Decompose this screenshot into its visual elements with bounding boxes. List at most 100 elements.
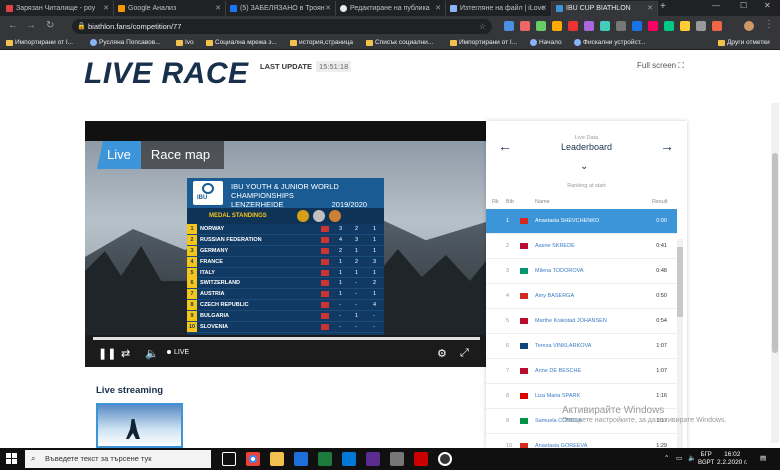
url-input[interactable]: 🔒 biathlon.fans/competition/77 ☆ [72, 19, 492, 34]
new-tab-button[interactable]: + [660, 1, 666, 12]
leaderboard-row[interactable]: 3 Milena TODOROVA 0:48 [486, 259, 677, 284]
bookmark-folder[interactable]: Социална мрежа з... [206, 39, 277, 46]
back-icon[interactable]: ← [8, 20, 18, 31]
athlete-name[interactable]: Amy BASERGA [535, 293, 574, 299]
scrollbar-thumb[interactable] [772, 153, 778, 353]
bookmark-folder[interactable]: Импортирани от I... [450, 39, 517, 46]
extension-icon[interactable] [552, 21, 562, 31]
athlete-name[interactable]: Anne DE BESCHE [535, 368, 581, 374]
system-clock[interactable]: 16:02 2.2.2020 г. [717, 451, 748, 467]
video-player[interactable]: Live Race map IBU IBU YOUTH & JUNIOR WOR… [85, 121, 486, 367]
browser-tab[interactable]: Редактиране на публика ✕ [336, 1, 446, 16]
page-scrollbar[interactable] [771, 103, 779, 443]
fullscreen-button[interactable]: Full screen ⛶ [637, 61, 684, 71]
extension-icon[interactable] [632, 21, 642, 31]
avatar[interactable] [744, 21, 754, 31]
watermark-title: Активирайте Windows [562, 405, 665, 416]
bookmark-folder[interactable]: история,страница [290, 39, 353, 46]
leaderboard-row[interactable]: 1 Anastasia SHEVCHENKO 0:00 [486, 209, 677, 234]
tray-chevron-icon[interactable]: ⌃ [664, 454, 669, 462]
leaderboard-row[interactable]: 7 Anne DE BESCHE 1:07 [486, 359, 677, 384]
bookmark-item[interactable]: Начало [530, 39, 562, 46]
star-icon[interactable]: ☆ [479, 19, 486, 34]
tab-race-map[interactable]: Race map [140, 141, 225, 169]
taskbar-search-input[interactable]: ⌕ Въведете текст за търсене тук [25, 450, 211, 468]
minimize-button[interactable]: — [712, 1, 720, 10]
browser-tab[interactable]: Зарязан Читалище - роу ✕ [2, 1, 114, 16]
close-tab-icon[interactable]: ✕ [647, 4, 653, 12]
extension-icon[interactable] [664, 21, 674, 31]
bookmark-folder[interactable]: Ivo [176, 39, 194, 46]
extension-icon[interactable] [520, 21, 530, 31]
athlete-name[interactable]: Aasne SKREDE [535, 243, 575, 249]
settings-icon[interactable]: ⚙ [437, 347, 447, 360]
extension-icon[interactable] [680, 21, 690, 31]
maximize-button[interactable]: ☐ [740, 1, 747, 10]
stream-thumbnail[interactable] [96, 403, 183, 448]
windows-start-icon[interactable] [6, 453, 18, 465]
bookmark-folder[interactable]: Списък социални... [366, 39, 433, 46]
athlete-name[interactable]: Tereza VINKLARKOVA [535, 343, 591, 349]
close-window-button[interactable]: ✕ [764, 1, 771, 10]
leaderboard-row[interactable]: 5 Marthe Krakstad JOHANSEN 0:54 [486, 309, 677, 334]
file-explorer-icon[interactable] [270, 452, 284, 466]
speaker-icon[interactable]: 🔈 [688, 454, 696, 462]
extension-icon[interactable] [584, 21, 594, 31]
gold-count: 4 [339, 236, 343, 243]
chrome-icon[interactable] [246, 452, 260, 466]
other-bookmarks[interactable]: Други отметки [718, 39, 770, 46]
browser-tab[interactable]: (5) ЗАБЕЛЯЗАНО в Троян ✕ [226, 1, 336, 16]
leaderboard-row[interactable]: 4 Amy BASERGA 0:50 [486, 284, 677, 309]
pdf-icon[interactable] [414, 452, 428, 466]
volume-icon[interactable]: 🔈 [145, 347, 159, 360]
close-tab-icon[interactable]: ✕ [541, 4, 547, 12]
browser-tab-active[interactable]: IBU CUP BIATHLON ✕ [552, 1, 658, 16]
athlete-name[interactable]: Marthe Krakstad JOHANSEN [535, 318, 607, 324]
forward-icon[interactable]: → [26, 20, 36, 31]
extension-icon[interactable] [712, 21, 722, 31]
expand-icon[interactable]: ⤢ [460, 347, 469, 360]
loop-icon[interactable]: ⇄ [121, 347, 130, 360]
browser-tab[interactable]: Google Анализ ✕ [114, 1, 226, 16]
media-icon[interactable] [438, 452, 452, 466]
extension-icon[interactable] [696, 21, 706, 31]
task-view-icon[interactable] [222, 452, 236, 466]
reload-icon[interactable]: ↻ [46, 20, 54, 31]
bookmark-folder[interactable]: Импортирани от I... [6, 39, 73, 46]
extension-icon[interactable] [536, 21, 546, 31]
close-tab-icon[interactable]: ✕ [325, 4, 331, 12]
athlete-name[interactable]: Milena TODOROVA [535, 268, 584, 274]
extension-icon[interactable] [568, 21, 578, 31]
outlook-icon[interactable] [342, 452, 356, 466]
bookmark-item[interactable]: Русляна Попсавов... [90, 39, 161, 46]
notifications-icon[interactable]: ▤ [760, 454, 766, 462]
leaderboard-row[interactable]: 6 Tereza VINKLARKOVA 1:07 [486, 334, 677, 359]
app-icon[interactable] [366, 452, 380, 466]
language-indicator[interactable]: БГР BGPT [698, 451, 714, 467]
bookmark-label: история,страница [299, 39, 353, 46]
calculator-icon[interactable] [390, 452, 404, 466]
extension-icon[interactable] [616, 21, 626, 31]
progress-bar[interactable] [93, 337, 480, 340]
athlete-name[interactable]: Anastasia SHEVCHENKO [535, 218, 599, 224]
close-tab-icon[interactable]: ✕ [435, 4, 441, 12]
bookmark-item[interactable]: Фискални устройст... [574, 39, 645, 46]
extension-icon[interactable] [648, 21, 658, 31]
leaderboard-row[interactable]: 2 Aasne SKREDE 0:41 [486, 234, 677, 259]
extension-icon[interactable] [600, 21, 610, 31]
browser-tab[interactable]: Изтегляне на файл | iLove ✕ [446, 1, 552, 16]
tab-live[interactable]: Live [97, 141, 141, 169]
word-icon[interactable] [294, 452, 308, 466]
col-bib: Bib [506, 199, 514, 205]
athlete-name[interactable]: Liza Maria SPARK [535, 393, 580, 399]
close-tab-icon[interactable]: ✕ [215, 4, 221, 12]
network-icon[interactable]: ▭ [676, 454, 682, 462]
excel-icon[interactable] [318, 452, 332, 466]
close-tab-icon[interactable]: ✕ [103, 4, 109, 12]
scrollbar-thumb[interactable] [677, 247, 683, 317]
standings-row: 9 BULGARIA - 1 - [187, 311, 384, 323]
pause-icon[interactable]: ❚❚ [98, 347, 116, 360]
chevron-down-icon[interactable]: ⌄ [580, 161, 588, 172]
menu-icon[interactable]: ⋮ [764, 19, 774, 30]
extension-icon[interactable] [504, 21, 514, 31]
